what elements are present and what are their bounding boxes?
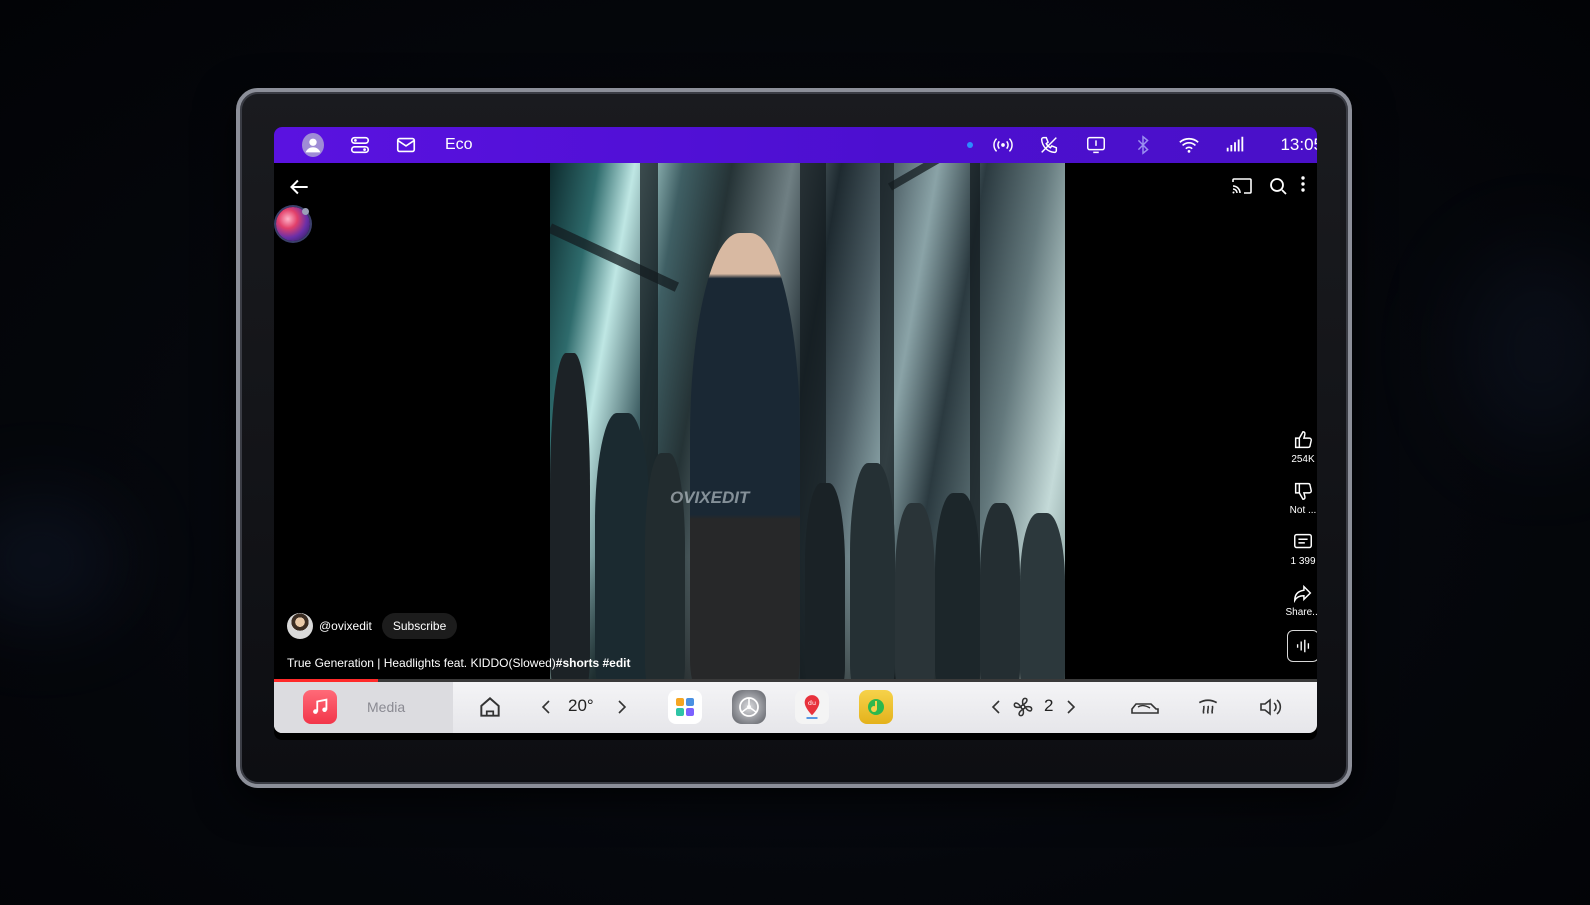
shorts-player: OVIXEDIT 254K Not ... 1 399 Share. @ovix… [274,163,1317,687]
back-icon[interactable] [286,174,312,200]
comments-button[interactable]: 1 399 [1278,531,1317,567]
dislike-button[interactable]: Not ... [1278,480,1317,516]
signal-icon [1224,134,1246,156]
steering-icon[interactable] [732,690,766,724]
channel-handle[interactable]: @ovixedit [319,619,372,633]
temperature-value: 20° [568,696,594,715]
dislike-label: Not ... [1289,505,1317,516]
fan-up-icon[interactable] [1063,694,1079,720]
no-phone-icon [1038,134,1060,156]
car-screen: Eco 13:05 [274,127,1317,740]
defrost-icon[interactable] [1195,694,1221,720]
comment-count: 1 399 [1290,556,1316,567]
screen-off-icon [1085,134,1107,156]
wifi-icon [1178,134,1200,156]
like-button[interactable]: 254K [1278,429,1317,465]
subscribe-button[interactable]: Subscribe [381,613,458,639]
quick-settings-icon[interactable] [349,134,371,156]
status-bar: Eco 13:05 [274,127,1317,163]
qq-music-icon[interactable] [859,690,893,724]
user-icon[interactable] [302,133,324,157]
car-icon[interactable] [1129,694,1161,720]
sound-button[interactable] [1287,630,1317,662]
recording-indicator [967,142,973,148]
share-label: Share... [1285,607,1317,618]
bottom-dock: Media 20° du 2 [274,682,1317,733]
video-title-text: True Generation | Headlights feat. KIDDO… [287,656,556,670]
media-label[interactable]: Media [367,699,405,715]
video-frame[interactable]: OVIXEDIT [550,163,1065,687]
channel-avatar[interactable] [287,613,313,639]
clock: 13:05 [1280,135,1317,154]
comment-icon [1294,533,1312,549]
temp-down-icon[interactable] [538,694,554,720]
mail-icon[interactable] [395,134,417,156]
more-icon[interactable] [1296,174,1310,198]
assistant-status-dot [302,208,309,215]
video-title-tags[interactable]: #shorts #edit [556,656,631,670]
like-count: 254K [1291,454,1315,465]
bluetooth-icon [1132,134,1154,156]
sound-icon [1296,639,1310,653]
map-icon[interactable]: du [795,690,829,724]
channel-row: @ovixedit Subscribe [287,613,458,639]
video-watermark: OVIXEDIT [670,488,750,507]
music-app-icon[interactable] [303,690,337,724]
fan-down-icon[interactable] [988,694,1004,720]
search-icon[interactable] [1266,174,1290,198]
dislike-icon [1294,482,1312,500]
cast-icon[interactable] [1230,174,1254,198]
media-segment[interactable] [274,682,453,733]
hotspot-icon [992,134,1014,156]
fan-icon [1010,694,1036,720]
drive-mode-label[interactable]: Eco [445,136,473,154]
fan-level: 2 [1044,696,1054,715]
temp-up-icon[interactable] [614,694,630,720]
share-icon [1294,584,1312,604]
home-icon[interactable] [477,694,503,720]
video-title[interactable]: True Generation | Headlights feat. KIDDO… [287,656,631,670]
share-button[interactable]: Share... [1278,582,1317,618]
like-icon [1294,431,1312,449]
svg-text:du: du [808,699,816,707]
apps-icon[interactable] [668,690,702,724]
volume-icon[interactable] [1258,694,1286,720]
